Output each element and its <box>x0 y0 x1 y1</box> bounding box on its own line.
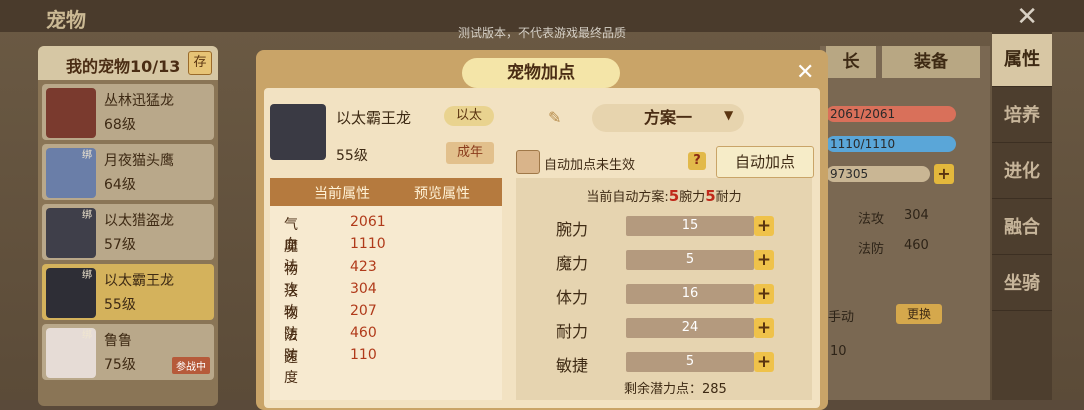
tab-training[interactable]: 培养 <box>992 90 1052 143</box>
plus-button[interactable]: + <box>754 250 774 270</box>
plus-button[interactable]: + <box>754 216 774 236</box>
tab-growth[interactable]: 长 <box>826 46 876 78</box>
pet-item-3[interactable]: 绑 以太猎盗龙 57级 <box>42 204 214 260</box>
auto-plan-attr-2: 耐力 <box>715 190 742 205</box>
pet-avatar <box>46 88 96 138</box>
help-icon[interactable]: ? <box>688 152 706 170</box>
bind-badge: 绑 <box>82 270 92 281</box>
stat-value: 1110 <box>350 236 386 252</box>
pet-name: 以太猎盗龙 <box>104 213 174 229</box>
magic-atk-value: 304 <box>904 208 929 223</box>
attribute-value: 5 <box>626 352 754 372</box>
attribute-table-header: 当前属性 预览属性 <box>270 178 502 206</box>
attribute-label: 敏捷 <box>556 356 589 375</box>
pet-name: 鲁鲁 <box>104 333 132 349</box>
auto-add-checkbox[interactable] <box>516 150 540 174</box>
pet-portrait <box>270 104 326 160</box>
stat-value: 110 <box>350 347 377 363</box>
auto-add-button[interactable]: 自动加点 <box>716 146 814 178</box>
exp-plus-button[interactable]: + <box>934 164 954 184</box>
attribute-row-endurance: 耐力 24 + <box>556 316 816 341</box>
magic-atk-label: 法攻 <box>858 212 885 227</box>
magic-def-value: 460 <box>904 238 929 253</box>
auto-plan-summary: 当前自动方案:5腕力5耐力 <box>516 186 812 205</box>
attribute-value: 15 <box>626 216 754 236</box>
plus-button[interactable]: + <box>754 352 774 372</box>
tab-mount[interactable]: 坐骑 <box>992 258 1052 311</box>
attribute-label: 耐力 <box>556 322 589 341</box>
auto-plan-count-2: 5 <box>705 187 716 205</box>
auto-add-checkbox-label: 自动加点未生效 <box>544 158 636 173</box>
pet-count-title: 我的宠物10/13 <box>66 57 181 76</box>
pet-item-5[interactable]: 绑 鲁鲁 75级 参战中 <box>42 324 214 380</box>
pet-level: 64级 <box>104 177 136 193</box>
mp-bar: 1110/1110 <box>826 136 956 152</box>
stat-value: 460 <box>350 325 377 341</box>
plus-button[interactable]: + <box>754 284 774 304</box>
pet-name: 丛林迅猛龙 <box>104 93 174 109</box>
pet-list-panel: 我的宠物10/13 存 丛林迅猛龙 68级 绑 月夜猫头鹰 64级 绑 以太猎盗… <box>38 46 218 406</box>
attribute-value: 5 <box>626 250 754 270</box>
bind-badge: 绑 <box>82 150 92 161</box>
pet-item-1[interactable]: 丛林迅猛龙 68级 <box>42 84 214 140</box>
store-button[interactable]: 存 <box>188 51 212 75</box>
preview-attr-header: 预览属性 <box>414 186 470 202</box>
bind-badge: 绑 <box>82 210 92 221</box>
pet-list-header: 我的宠物10/13 存 <box>38 46 218 80</box>
tab-evolve[interactable]: 进化 <box>992 146 1052 199</box>
tab-attributes[interactable]: 属性 <box>992 34 1052 87</box>
stat-value: 423 <box>350 259 377 275</box>
attribute-row-strength: 腕力 15 + <box>556 214 816 239</box>
magic-def-label: 法防 <box>858 242 885 257</box>
close-icon[interactable]: ✕ <box>796 60 814 85</box>
attribute-value: 24 <box>626 318 754 338</box>
hp-bar: 2061/2061 <box>826 106 956 122</box>
count-value: 10 <box>830 344 847 359</box>
attribute-label: 魔力 <box>556 254 589 273</box>
pet-level: 75级 <box>104 357 136 373</box>
swap-button[interactable]: 更换 <box>896 304 942 324</box>
plan-select[interactable]: 方案一 <box>592 104 744 132</box>
pet-level: 68级 <box>104 117 136 133</box>
tab-fuse[interactable]: 融合 <box>992 202 1052 255</box>
attribute-table <box>270 178 502 400</box>
test-notice: 测试版本，不代表游戏最终品质 <box>457 26 626 40</box>
attribute-value: 16 <box>626 284 754 304</box>
adult-badge: 成年 <box>446 142 494 164</box>
bind-badge: 绑 <box>82 330 92 341</box>
exp-bar: 97305 <box>826 166 930 182</box>
auto-plan-attr-1: 腕力 <box>679 190 706 205</box>
plus-button[interactable]: + <box>754 318 774 338</box>
pet-level: 57级 <box>104 237 136 253</box>
stat-value: 304 <box>350 281 377 297</box>
manual-label: 手动 <box>828 310 855 325</box>
remaining-points: 剩余潜力点：285 <box>624 382 727 397</box>
pet-name: 月夜猫头鹰 <box>104 153 174 169</box>
pet-name: 以太霸王龙 <box>104 273 174 289</box>
tab-equipment[interactable]: 装备 <box>882 46 980 78</box>
attribute-row-vitality: 体力 16 + <box>556 282 816 307</box>
attribute-row-magic: 魔力 5 + <box>556 248 816 273</box>
attribute-label: 体力 <box>556 288 589 307</box>
stat-value: 2061 <box>350 214 386 230</box>
pet-level: 55级 <box>336 148 368 164</box>
type-tag: 以太 <box>444 106 494 126</box>
pet-level: 55级 <box>104 297 136 313</box>
stat-value: 207 <box>350 303 377 319</box>
pet-item-4[interactable]: 绑 以太霸王龙 55级 <box>42 264 214 320</box>
in-battle-badge: 参战中 <box>172 357 210 374</box>
auto-plan-count-1: 5 <box>668 187 680 205</box>
stat-label: 速度 <box>284 350 298 386</box>
pet-item-2[interactable]: 绑 月夜猫头鹰 64级 <box>42 144 214 200</box>
pet-name: 以太霸王龙 <box>336 109 412 127</box>
chevron-down-icon[interactable]: ▼ <box>724 108 733 122</box>
attribute-label: 腕力 <box>556 220 589 239</box>
right-tab-bar: 属性 培养 进化 融合 坐骑 <box>992 32 1052 400</box>
current-attr-header: 当前属性 <box>314 186 370 202</box>
auto-plan-prefix: 当前自动方案: <box>586 190 669 205</box>
attribute-row-agility: 敏捷 5 + <box>556 350 816 375</box>
brush-icon[interactable]: ✎ <box>548 108 561 127</box>
dialog-title: 宠物加点 <box>462 58 620 88</box>
